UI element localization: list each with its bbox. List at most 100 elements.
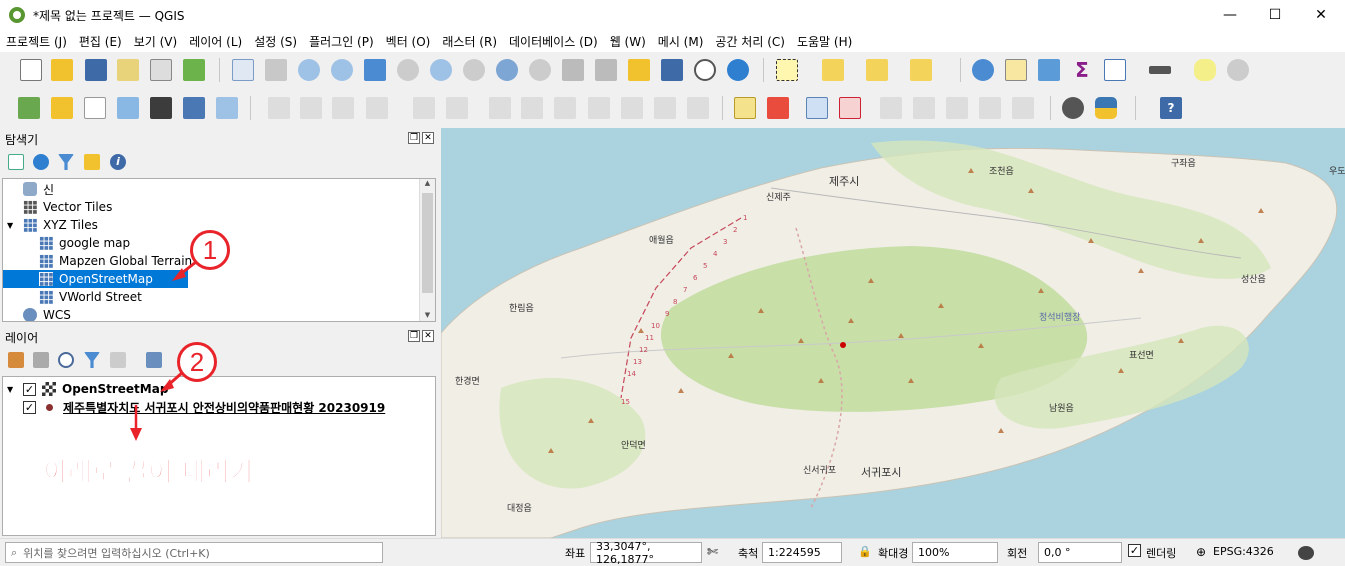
menu-database[interactable]: 데이터베이스 (D) bbox=[509, 33, 598, 50]
layer-pharmacy[interactable]: ✓ 제주특별자치도 서귀포시 안전상비의약품판매현황 20230919 bbox=[23, 398, 385, 416]
edit-pencil-icon[interactable] bbox=[268, 97, 290, 119]
float-icon[interactable]: ❐ bbox=[408, 330, 420, 342]
new-bookmark-icon[interactable] bbox=[628, 59, 650, 81]
menu-layer[interactable]: 레이어 (L) bbox=[189, 33, 242, 50]
visibility-eye-icon[interactable] bbox=[58, 352, 74, 368]
zoom-native-icon[interactable] bbox=[463, 59, 485, 81]
deselect-icon[interactable] bbox=[866, 59, 888, 81]
menu-edit[interactable]: 편집 (E) bbox=[79, 33, 122, 50]
label-abc-icon[interactable] bbox=[734, 97, 756, 119]
menu-processing[interactable]: 공간 처리 (C) bbox=[715, 33, 785, 50]
maximize-button[interactable]: ☐ bbox=[1252, 0, 1298, 30]
close-button[interactable]: ✕ bbox=[1298, 0, 1344, 30]
crs-globe-icon[interactable]: ⊕ bbox=[1196, 545, 1206, 559]
info-icon[interactable]: i bbox=[110, 154, 126, 170]
expand-arrow-icon[interactable]: ▼ bbox=[7, 385, 23, 394]
crs-label[interactable]: EPSG:4326 bbox=[1213, 545, 1274, 558]
show-bookmarks-icon[interactable] bbox=[661, 59, 683, 81]
vertex-tool-icon[interactable] bbox=[413, 97, 435, 119]
pan-to-selection-icon[interactable] bbox=[265, 59, 287, 81]
browser-item-openstreetmap[interactable]: OpenStreetMap bbox=[3, 270, 188, 288]
plugin-globe-icon[interactable] bbox=[1062, 97, 1084, 119]
add-selected-icon[interactable] bbox=[8, 154, 24, 170]
refresh-icon[interactable] bbox=[727, 59, 749, 81]
add-raster-icon[interactable] bbox=[183, 97, 205, 119]
filter-expression-icon[interactable] bbox=[110, 352, 126, 368]
label-pin-icon[interactable] bbox=[806, 97, 828, 119]
layer-visibility-checkbox[interactable]: ✓ bbox=[23, 382, 36, 396]
select-location-icon[interactable] bbox=[910, 59, 932, 81]
map-canvas[interactable]: 제주시 신제주 조천읍 구좌읍 애월읍 한림읍 한경면 대정읍 안덕면 서귀포시… bbox=[441, 128, 1345, 538]
browser-item-vector-tiles[interactable]: Vector Tiles bbox=[23, 198, 112, 216]
label-rotate-icon[interactable] bbox=[946, 97, 968, 119]
menu-mesh[interactable]: 메시 (M) bbox=[658, 33, 704, 50]
browser-item-wcs[interactable]: WCS bbox=[23, 306, 71, 321]
menu-raster[interactable]: 래스터 (R) bbox=[442, 33, 497, 50]
save-as-icon[interactable] bbox=[117, 59, 139, 81]
undo-icon[interactable] bbox=[621, 97, 643, 119]
browser-scrollbar[interactable]: ▲ ▼ bbox=[419, 179, 435, 321]
help-icon[interactable]: ? bbox=[1160, 97, 1182, 119]
temporal-controller-icon[interactable] bbox=[694, 59, 716, 81]
menu-view[interactable]: 보기 (V) bbox=[134, 33, 177, 50]
zoom-next-icon[interactable] bbox=[529, 59, 551, 81]
browser-item-google-map[interactable]: google map bbox=[39, 234, 130, 252]
locator-icon[interactable] bbox=[1227, 59, 1249, 81]
menu-settings[interactable]: 설정 (S) bbox=[254, 33, 297, 50]
browser-item-new[interactable]: 신 bbox=[23, 180, 54, 198]
label-undo-icon[interactable] bbox=[1012, 97, 1034, 119]
label-highlight-icon[interactable] bbox=[839, 97, 861, 119]
new-3d-view-icon[interactable] bbox=[595, 59, 617, 81]
digitize-icon[interactable] bbox=[117, 97, 139, 119]
menu-help[interactable]: 도움말 (H) bbox=[797, 33, 852, 50]
browser-item-mapzen[interactable]: Mapzen Global Terrain bbox=[39, 252, 192, 270]
label-move-icon[interactable] bbox=[880, 97, 902, 119]
lock-icon[interactable]: 🔒 bbox=[858, 545, 872, 558]
menu-project[interactable]: 프로젝트 (J) bbox=[6, 33, 67, 50]
attribute-table-icon[interactable] bbox=[1005, 59, 1027, 81]
menu-vector[interactable]: 벡터 (O) bbox=[386, 33, 431, 50]
data-source-manager-icon[interactable] bbox=[18, 97, 40, 119]
close-panel-icon[interactable]: ✕ bbox=[422, 330, 434, 342]
statistics-sigma-icon[interactable]: Σ bbox=[1071, 59, 1093, 81]
menu-plugins[interactable]: 플러그인 (P) bbox=[309, 33, 374, 50]
expand-all-icon[interactable] bbox=[146, 352, 162, 368]
cut-icon[interactable] bbox=[521, 97, 543, 119]
locator-search-input[interactable]: ⌕ 위치를 찾으려면 입력하십시오 (Ctrl+K) bbox=[5, 542, 383, 563]
add-feature-icon[interactable] bbox=[366, 97, 388, 119]
delete-selected-icon[interactable] bbox=[489, 97, 511, 119]
collapse-all-icon[interactable] bbox=[84, 154, 100, 170]
zoom-layer-icon[interactable] bbox=[430, 59, 452, 81]
identify-icon[interactable] bbox=[972, 59, 994, 81]
float-icon[interactable]: ❐ bbox=[408, 132, 420, 144]
extents-toggle-icon[interactable]: ✄ bbox=[707, 545, 718, 560]
add-virtual-layer-icon[interactable] bbox=[216, 97, 238, 119]
coordinate-field[interactable]: 33,3047°, 126,1877° bbox=[590, 540, 702, 566]
filter-legend-icon[interactable] bbox=[84, 352, 100, 368]
new-project-icon[interactable] bbox=[20, 59, 42, 81]
save-edits-icon[interactable] bbox=[332, 97, 354, 119]
modify-attributes-icon[interactable] bbox=[446, 97, 468, 119]
expand-arrow-icon[interactable]: ▼ bbox=[7, 221, 23, 230]
label-show-icon[interactable] bbox=[913, 97, 935, 119]
close-panel-icon[interactable]: ✕ bbox=[422, 132, 434, 144]
copy-icon[interactable] bbox=[554, 97, 576, 119]
open-table-icon[interactable] bbox=[1104, 59, 1126, 81]
open-project-icon[interactable] bbox=[51, 59, 73, 81]
magnifier-field[interactable]: 100% bbox=[912, 542, 998, 563]
browser-item-vworld[interactable]: VWorld Street bbox=[39, 288, 142, 306]
diagram-icon[interactable] bbox=[767, 97, 789, 119]
redo-2-icon[interactable] bbox=[687, 97, 709, 119]
messages-icon[interactable] bbox=[1298, 546, 1314, 560]
toggle-edit-icon[interactable] bbox=[300, 97, 322, 119]
print-layout-icon[interactable] bbox=[150, 59, 172, 81]
settings-gear-icon[interactable] bbox=[1038, 59, 1060, 81]
zoom-selection-icon[interactable] bbox=[397, 59, 419, 81]
filter-browser-icon[interactable] bbox=[58, 154, 74, 170]
map-tips-icon[interactable] bbox=[1194, 59, 1216, 81]
label-change-icon[interactable] bbox=[979, 97, 1001, 119]
layer-visibility-checkbox[interactable]: ✓ bbox=[23, 400, 36, 414]
zoom-full-icon[interactable] bbox=[364, 59, 386, 81]
add-vertex-icon[interactable] bbox=[84, 97, 106, 119]
browser-item-xyz-tiles[interactable]: ▼ XYZ Tiles bbox=[7, 216, 98, 234]
